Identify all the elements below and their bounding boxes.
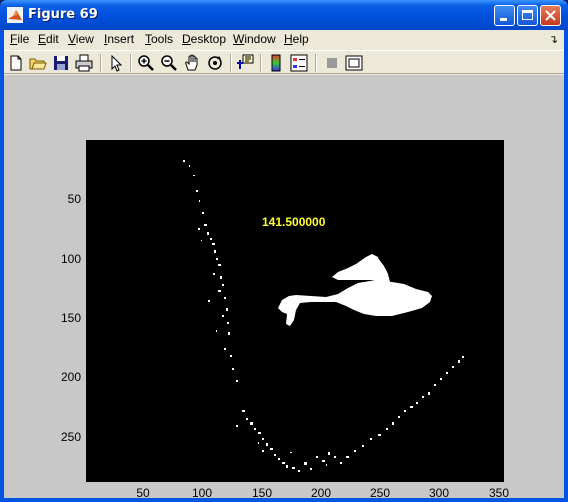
matlab-icon xyxy=(7,7,23,23)
pan-icon[interactable] xyxy=(182,53,202,73)
hide-plot-tools-icon[interactable] xyxy=(322,53,342,73)
white-blob xyxy=(278,281,432,326)
zoom-in-icon[interactable] xyxy=(136,53,156,73)
menu-edit[interactable]: Edit xyxy=(38,32,59,46)
white-blob xyxy=(332,254,390,282)
menu-view[interactable]: View xyxy=(68,32,94,46)
pointer-icon[interactable] xyxy=(106,53,126,73)
y-tick-label: 100 xyxy=(60,252,81,266)
legend-icon[interactable] xyxy=(289,53,309,73)
x-tick-label: 150 xyxy=(251,486,273,500)
new-file-icon[interactable] xyxy=(6,53,26,73)
speckle-points xyxy=(183,160,464,472)
y-tick-label: 250 xyxy=(60,430,81,444)
x-tick-label: 350 xyxy=(488,486,510,500)
data-cursor-icon[interactable] xyxy=(235,53,255,73)
show-plot-tools-icon[interactable] xyxy=(344,53,364,73)
x-tick-label: 50 xyxy=(136,486,150,500)
menu-insert[interactable]: Insert xyxy=(104,32,134,46)
minimize-button[interactable] xyxy=(494,5,515,26)
maximize-button[interactable] xyxy=(517,5,538,26)
x-tick-label: 300 xyxy=(428,486,450,500)
toolbar-separator xyxy=(100,54,102,72)
open-file-icon[interactable] xyxy=(28,53,48,73)
save-icon[interactable] xyxy=(51,53,71,73)
x-tick-label: 200 xyxy=(310,486,332,500)
image-axes[interactable]: 141.500000 xyxy=(86,140,504,482)
binary-image xyxy=(183,160,464,472)
figure-canvas: 141.500000 50 100 150 200 250 50 100 150… xyxy=(4,75,564,500)
window-title: Figure 69 xyxy=(28,7,98,22)
value-annotation: 141.500000 xyxy=(262,215,326,229)
close-button[interactable] xyxy=(540,5,561,26)
maximize-icon xyxy=(522,10,533,20)
colorbar-icon[interactable] xyxy=(266,53,286,73)
toolbar-separator xyxy=(260,54,262,72)
x-tick-label: 100 xyxy=(191,486,213,500)
menu-file[interactable]: File xyxy=(10,32,29,46)
menu-window[interactable]: Window xyxy=(233,32,276,46)
figure-toolbar xyxy=(4,50,564,74)
close-icon xyxy=(545,10,556,21)
minimize-icon xyxy=(500,18,507,21)
y-tick-label: 150 xyxy=(60,311,81,325)
toolbar-separator xyxy=(130,54,132,72)
print-icon[interactable] xyxy=(74,53,94,73)
dock-arrow-icon[interactable]: ↴ xyxy=(549,33,558,46)
toolbar-separator xyxy=(315,54,317,72)
toolbar-separator xyxy=(230,54,232,72)
figure-window: Figure 69 File Edit View Insert Tools De… xyxy=(0,0,568,502)
x-tick-label: 250 xyxy=(369,486,391,500)
menu-desktop[interactable]: Desktop xyxy=(182,32,226,46)
title-bar[interactable]: Figure 69 xyxy=(0,0,568,30)
y-tick-label: 200 xyxy=(60,370,81,384)
client-area: File Edit View Insert Tools Desktop Wind… xyxy=(4,30,564,500)
zoom-out-icon[interactable] xyxy=(159,53,179,73)
rotate-icon[interactable] xyxy=(205,53,225,73)
menu-bar: File Edit View Insert Tools Desktop Wind… xyxy=(4,30,564,49)
y-tick-label: 50 xyxy=(67,192,81,206)
menu-tools[interactable]: Tools xyxy=(145,32,173,46)
menu-help[interactable]: Help xyxy=(284,32,309,46)
